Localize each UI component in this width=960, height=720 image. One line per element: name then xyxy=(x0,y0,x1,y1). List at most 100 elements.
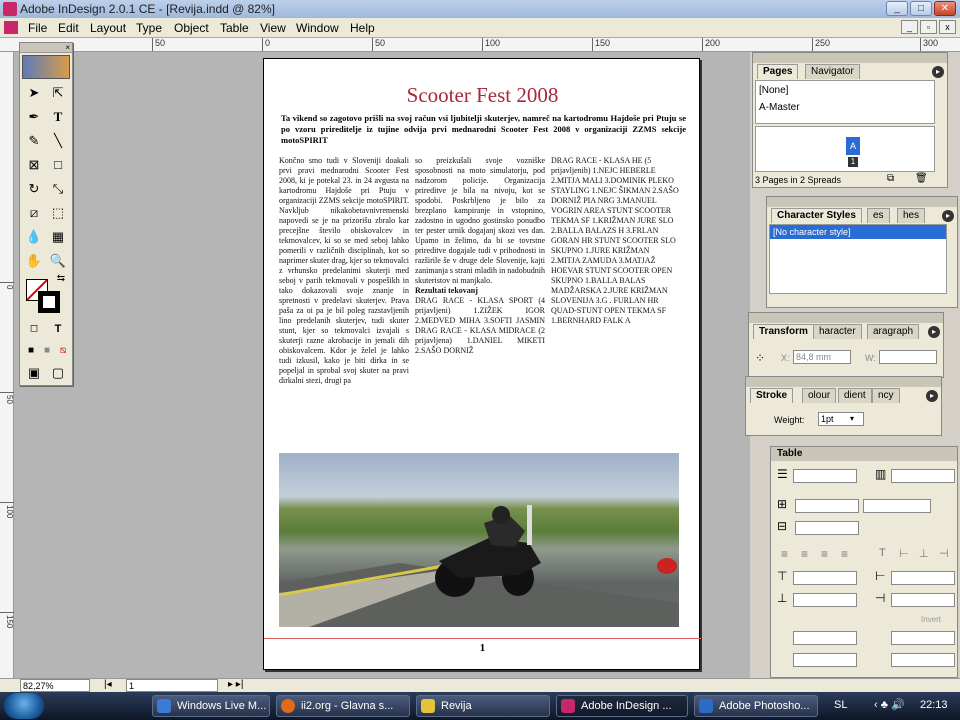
character-style-list[interactable]: [No character style] xyxy=(769,224,947,294)
tab-character[interactable]: haracter xyxy=(813,324,862,339)
tab-gradient[interactable]: dient xyxy=(838,388,872,403)
task-windows-live[interactable]: Windows Live M... xyxy=(152,695,270,717)
panel-menu-icon[interactable]: ▸ xyxy=(926,390,938,402)
menu-type[interactable]: Type xyxy=(136,21,162,35)
align-top-icon[interactable]: ≡ xyxy=(781,547,788,561)
task-photoshop[interactable]: Adobe Photosho... xyxy=(694,695,818,717)
rotate-tool-icon[interactable]: ↻ xyxy=(23,179,45,199)
panel-menu-icon[interactable]: ▸ xyxy=(942,210,954,222)
next-page-icon[interactable]: ▸ ▸| xyxy=(228,679,243,690)
menu-window[interactable]: Window xyxy=(296,21,339,35)
clock[interactable]: 22:13 xyxy=(920,699,948,711)
task-firefox[interactable]: ii2.org - Glavna s... xyxy=(276,695,410,717)
first-baseline-field[interactable] xyxy=(793,631,857,645)
tab-character-styles[interactable]: Character Styles xyxy=(771,208,862,223)
trash-icon[interactable]: 🗑 xyxy=(915,173,928,184)
justify-vertical-icon[interactable]: ≡ xyxy=(841,547,848,561)
doc-minimize-button[interactable]: _ xyxy=(901,20,918,34)
baseline-min-field[interactable] xyxy=(891,631,955,645)
close-button[interactable]: ✕ xyxy=(934,1,956,16)
tray-icons[interactable]: ‹ ♣ 🔊 xyxy=(874,698,905,711)
columns-field[interactable] xyxy=(891,469,955,483)
formatting-container-icon[interactable]: ◻ xyxy=(23,319,45,339)
eyedropper-tool-icon[interactable]: 💧 xyxy=(23,227,45,247)
pencil-tool-icon[interactable]: ✎ xyxy=(23,131,45,151)
maximize-button[interactable]: □ xyxy=(910,1,932,16)
master-a[interactable]: A-Master xyxy=(756,100,934,115)
top-inset-field[interactable] xyxy=(793,571,857,585)
type-tool-icon[interactable]: T xyxy=(47,107,69,127)
close-icon[interactable]: × xyxy=(65,43,70,52)
menu-layout[interactable]: Layout xyxy=(90,21,126,35)
swap-fill-stroke-icon[interactable]: ⇆ xyxy=(50,269,72,289)
menu-help[interactable]: Help xyxy=(350,21,375,35)
document-page[interactable]: Scooter Fest 2008 Ta vikend so zagotovo … xyxy=(263,58,701,670)
left-inset-field[interactable] xyxy=(891,571,955,585)
stroke-weight-field[interactable] xyxy=(891,653,955,667)
first-page-icon[interactable]: |◂ xyxy=(104,679,112,690)
rectangle-frame-tool-icon[interactable]: ⊠ xyxy=(23,155,45,175)
zoom-tool-icon[interactable]: 🔍 xyxy=(47,251,69,271)
weight-field[interactable]: 1pt xyxy=(818,412,864,426)
normal-view-icon[interactable]: ▣ xyxy=(23,363,45,383)
preview-view-icon[interactable]: ▢ xyxy=(47,363,69,383)
tab-pages[interactable]: Pages xyxy=(757,64,799,79)
formatting-text-icon[interactable]: T xyxy=(47,319,69,339)
doc-restore-button[interactable]: ▫ xyxy=(920,20,937,34)
tab-paragraph-styles[interactable]: es xyxy=(867,208,890,223)
rotate-text-180-icon[interactable]: ⊥ xyxy=(919,547,929,560)
x-field[interactable]: 84,8 mm xyxy=(793,350,851,364)
rotate-text-0-icon[interactable]: T xyxy=(879,547,886,559)
master-list[interactable]: [None] A-Master xyxy=(755,80,935,124)
shear-tool-icon[interactable]: ⧄ xyxy=(23,203,45,223)
gradient-tool-icon[interactable]: ▦ xyxy=(47,227,69,247)
reference-point-icon[interactable]: ⁘ xyxy=(755,351,765,365)
doc-close-button[interactable]: x xyxy=(939,20,956,34)
doc-icon[interactable] xyxy=(4,21,18,34)
rows-field[interactable] xyxy=(793,469,857,483)
pen-tool-icon[interactable]: ✒ xyxy=(23,107,45,127)
rotate-text-270-icon[interactable]: ⊣ xyxy=(939,547,949,560)
scooter-race-photo[interactable] xyxy=(279,453,679,627)
rectangle-tool-icon[interactable]: □ xyxy=(47,155,69,175)
tab-transparency[interactable]: ncy xyxy=(872,388,900,403)
panel-menu-icon[interactable]: ▸ xyxy=(928,326,940,338)
start-button[interactable] xyxy=(4,693,44,719)
zoom-field[interactable]: 82,27% xyxy=(20,679,90,692)
hand-tool-icon[interactable]: ✋ xyxy=(23,251,45,271)
master-none[interactable]: [None] xyxy=(756,81,934,100)
language-indicator[interactable]: SL xyxy=(834,699,847,711)
spacing-field[interactable] xyxy=(793,653,857,667)
selection-tool-icon[interactable]: ➤ xyxy=(23,83,45,103)
menu-edit[interactable]: Edit xyxy=(58,21,79,35)
row-height-field[interactable] xyxy=(863,499,931,513)
page-number-field[interactable]: 1 xyxy=(126,679,218,692)
w-field[interactable] xyxy=(879,350,937,364)
right-inset-field[interactable] xyxy=(891,593,955,607)
apply-none-icon[interactable]: ⧅ xyxy=(52,341,74,361)
menu-file[interactable]: File xyxy=(28,21,47,35)
menu-view[interactable]: View xyxy=(260,21,286,35)
tab-stroke[interactable]: Stroke xyxy=(750,388,794,403)
task-revija-folder[interactable]: Revija xyxy=(416,695,550,717)
tab-swatches[interactable]: hes xyxy=(897,208,926,223)
new-page-icon[interactable]: ⧉ xyxy=(887,173,894,184)
tab-transform[interactable]: Transform xyxy=(753,324,814,339)
menu-table[interactable]: Table xyxy=(220,21,249,35)
column-width-field[interactable] xyxy=(795,521,859,535)
free-transform-tool-icon[interactable]: ⬚ xyxy=(47,203,69,223)
align-bottom-icon[interactable]: ≡ xyxy=(821,547,828,561)
stroke-swatch[interactable] xyxy=(38,291,60,313)
page-thumbnail[interactable]: A xyxy=(846,137,860,155)
line-tool-icon[interactable]: ╲ xyxy=(47,131,69,151)
style-item-none[interactable]: [No character style] xyxy=(770,225,946,239)
row-height-select[interactable] xyxy=(795,499,859,513)
menu-object[interactable]: Object xyxy=(174,21,209,35)
pages-list[interactable]: A 1 xyxy=(755,126,935,172)
minimize-button[interactable]: _ xyxy=(886,1,908,16)
rotate-text-90-icon[interactable]: ⊢ xyxy=(899,547,909,560)
tab-paragraph[interactable]: aragraph xyxy=(867,324,920,339)
direct-selection-tool-icon[interactable]: ⇱ xyxy=(47,83,69,103)
tab-colour[interactable]: olour xyxy=(802,388,837,403)
chevron-down-icon[interactable]: ▾ xyxy=(850,414,854,423)
